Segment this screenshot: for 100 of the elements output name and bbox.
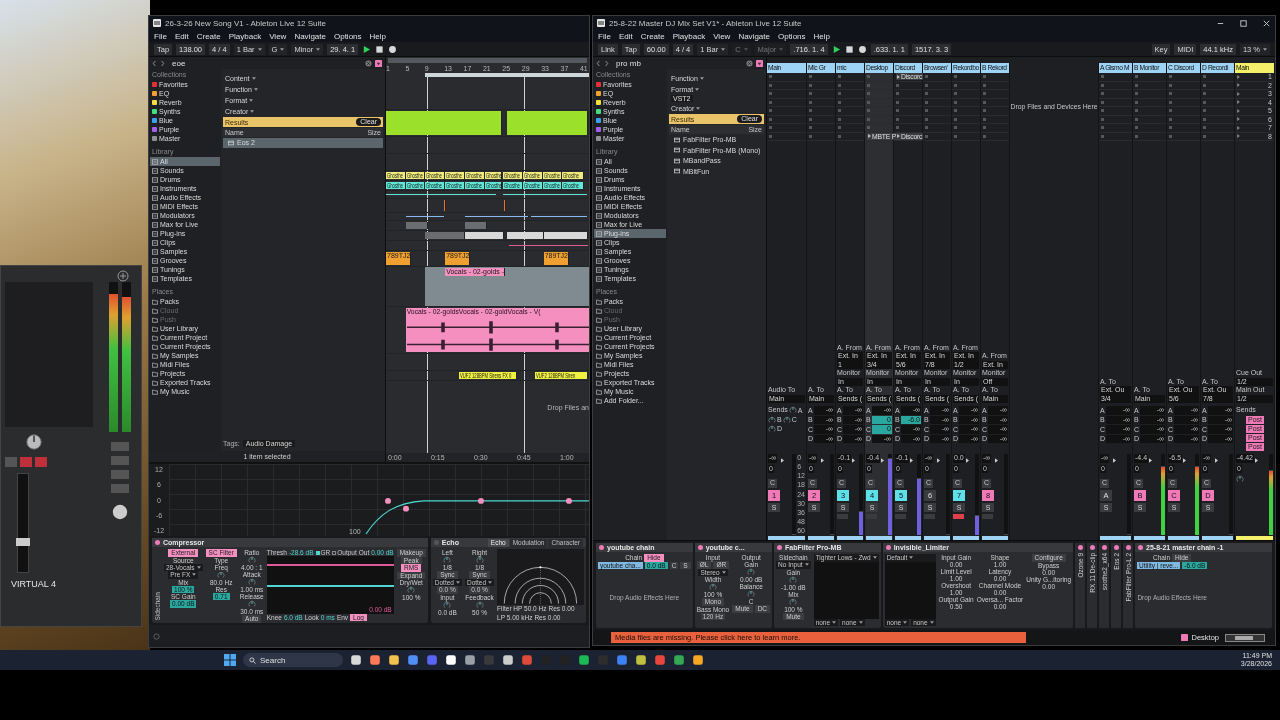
record-icon[interactable] — [388, 44, 398, 54]
back-icon[interactable] — [152, 59, 157, 67]
forward-icon[interactable] — [160, 59, 165, 67]
power-toggle[interactable] — [777, 545, 783, 550]
play-icon[interactable] — [831, 44, 841, 54]
filter-view-icon[interactable] — [375, 59, 382, 67]
category-icon — [596, 194, 602, 201]
clip[interactable] — [425, 232, 465, 239]
menu-item[interactable]: Help — [369, 31, 386, 41]
category-icon — [152, 230, 158, 237]
caret-icon — [696, 106, 701, 110]
menu-item[interactable]: View — [269, 31, 287, 41]
menu-item[interactable]: Options — [333, 31, 362, 41]
volume-handle-icon[interactable] — [937, 458, 940, 463]
caret-icon — [699, 76, 704, 80]
volume-handle-icon[interactable] — [781, 458, 784, 463]
clip[interactable] — [405, 222, 428, 229]
power-toggle[interactable] — [433, 540, 439, 545]
back-icon[interactable] — [596, 59, 601, 67]
search-field[interactable]: Search — [243, 653, 343, 667]
filter-view-icon[interactable] — [756, 59, 763, 67]
record-icon[interactable] — [857, 44, 867, 54]
taskbar-app-icon[interactable] — [369, 654, 381, 666]
overview-minimap-icon[interactable] — [1225, 633, 1265, 642]
close-icon[interactable] — [1262, 18, 1271, 28]
search-icon — [249, 656, 256, 664]
clip[interactable] — [543, 232, 588, 239]
category-icon — [596, 266, 602, 273]
power-toggle[interactable] — [697, 545, 703, 550]
clip[interactable] — [464, 232, 505, 239]
menu-item[interactable]: View — [713, 31, 731, 41]
power-toggle[interactable] — [885, 545, 891, 550]
caret-icon — [253, 87, 258, 91]
power-toggle[interactable] — [155, 540, 160, 545]
start-icon[interactable] — [224, 654, 236, 666]
clip[interactable] — [506, 232, 544, 239]
category-icon — [596, 185, 602, 192]
app-icon — [597, 19, 605, 27]
volume-handle-icon[interactable] — [1113, 458, 1116, 463]
power-toggle[interactable] — [1077, 545, 1083, 550]
taskbar-app-icon[interactable] — [350, 654, 362, 666]
maximize-icon[interactable] — [1239, 18, 1248, 28]
category-icon — [152, 239, 158, 246]
taskbar-app-icon[interactable] — [502, 654, 514, 666]
search-field[interactable]: pro mb — [612, 58, 743, 68]
power-toggle[interactable] — [599, 545, 604, 550]
search-field[interactable]: eoe — [168, 58, 362, 68]
clip[interactable] — [506, 111, 588, 135]
caret-icon — [251, 76, 256, 80]
menu-item[interactable]: Playback — [672, 31, 706, 41]
knob[interactable] — [25, 433, 43, 451]
forward-icon[interactable] — [604, 59, 609, 67]
category-icon — [596, 248, 602, 255]
stop-icon[interactable] — [844, 44, 854, 54]
fader-handle[interactable] — [16, 538, 30, 546]
clip[interactable] — [386, 111, 502, 135]
arm-button[interactable] — [953, 513, 964, 519]
clip[interactable] — [503, 200, 506, 211]
power-toggle[interactable] — [1089, 545, 1095, 550]
taskbar-app-icon[interactable] — [445, 654, 457, 666]
volume-handle-icon[interactable] — [995, 458, 998, 463]
menu-item[interactable]: Create — [640, 31, 665, 41]
clear-search-icon[interactable] — [365, 59, 372, 67]
category-icon — [596, 158, 602, 165]
app-icon — [153, 19, 161, 27]
clip[interactable] — [444, 200, 447, 211]
volume-handle-icon[interactable] — [1215, 458, 1218, 463]
power-toggle[interactable] — [1125, 545, 1131, 550]
caret-icon — [250, 109, 255, 113]
taskbar-app-icon[interactable] — [692, 654, 704, 666]
clear-search-icon[interactable] — [746, 59, 753, 67]
play-icon[interactable] — [362, 44, 372, 54]
knob[interactable] — [475, 556, 484, 564]
category-icon — [596, 257, 602, 264]
caret-icon — [488, 580, 493, 584]
menu-item[interactable]: Playback — [228, 31, 262, 41]
category-icon — [596, 239, 602, 246]
power-toggle[interactable] — [1138, 545, 1144, 550]
taskbar-app-icon[interactable] — [388, 654, 400, 666]
menu-item[interactable]: Options — [777, 31, 806, 41]
menu-item[interactable]: File — [154, 31, 167, 41]
caret-icon — [1263, 47, 1267, 51]
power-toggle[interactable] — [1101, 545, 1107, 550]
menu-item[interactable]: File — [598, 31, 611, 41]
menu-item[interactable]: Navigate — [294, 31, 326, 41]
power-toggle[interactable] — [1113, 545, 1119, 550]
clip[interactable] — [464, 222, 487, 229]
plugin-icon — [674, 136, 680, 143]
menu-item[interactable]: Create — [196, 31, 221, 41]
volume-handle-icon[interactable] — [821, 458, 824, 463]
menu-item[interactable]: Edit — [174, 31, 189, 41]
menu-item[interactable]: Help — [813, 31, 830, 41]
caret-icon — [804, 563, 809, 567]
menu-item[interactable]: Navigate — [738, 31, 770, 41]
stop-icon[interactable] — [375, 44, 385, 54]
knob[interactable] — [111, 503, 129, 521]
taskbar-app-icon[interactable] — [578, 654, 590, 666]
taskbar-app-icon[interactable] — [464, 654, 476, 666]
menu-item[interactable]: Edit — [618, 31, 633, 41]
taskbar-app-icon[interactable] — [635, 654, 647, 666]
